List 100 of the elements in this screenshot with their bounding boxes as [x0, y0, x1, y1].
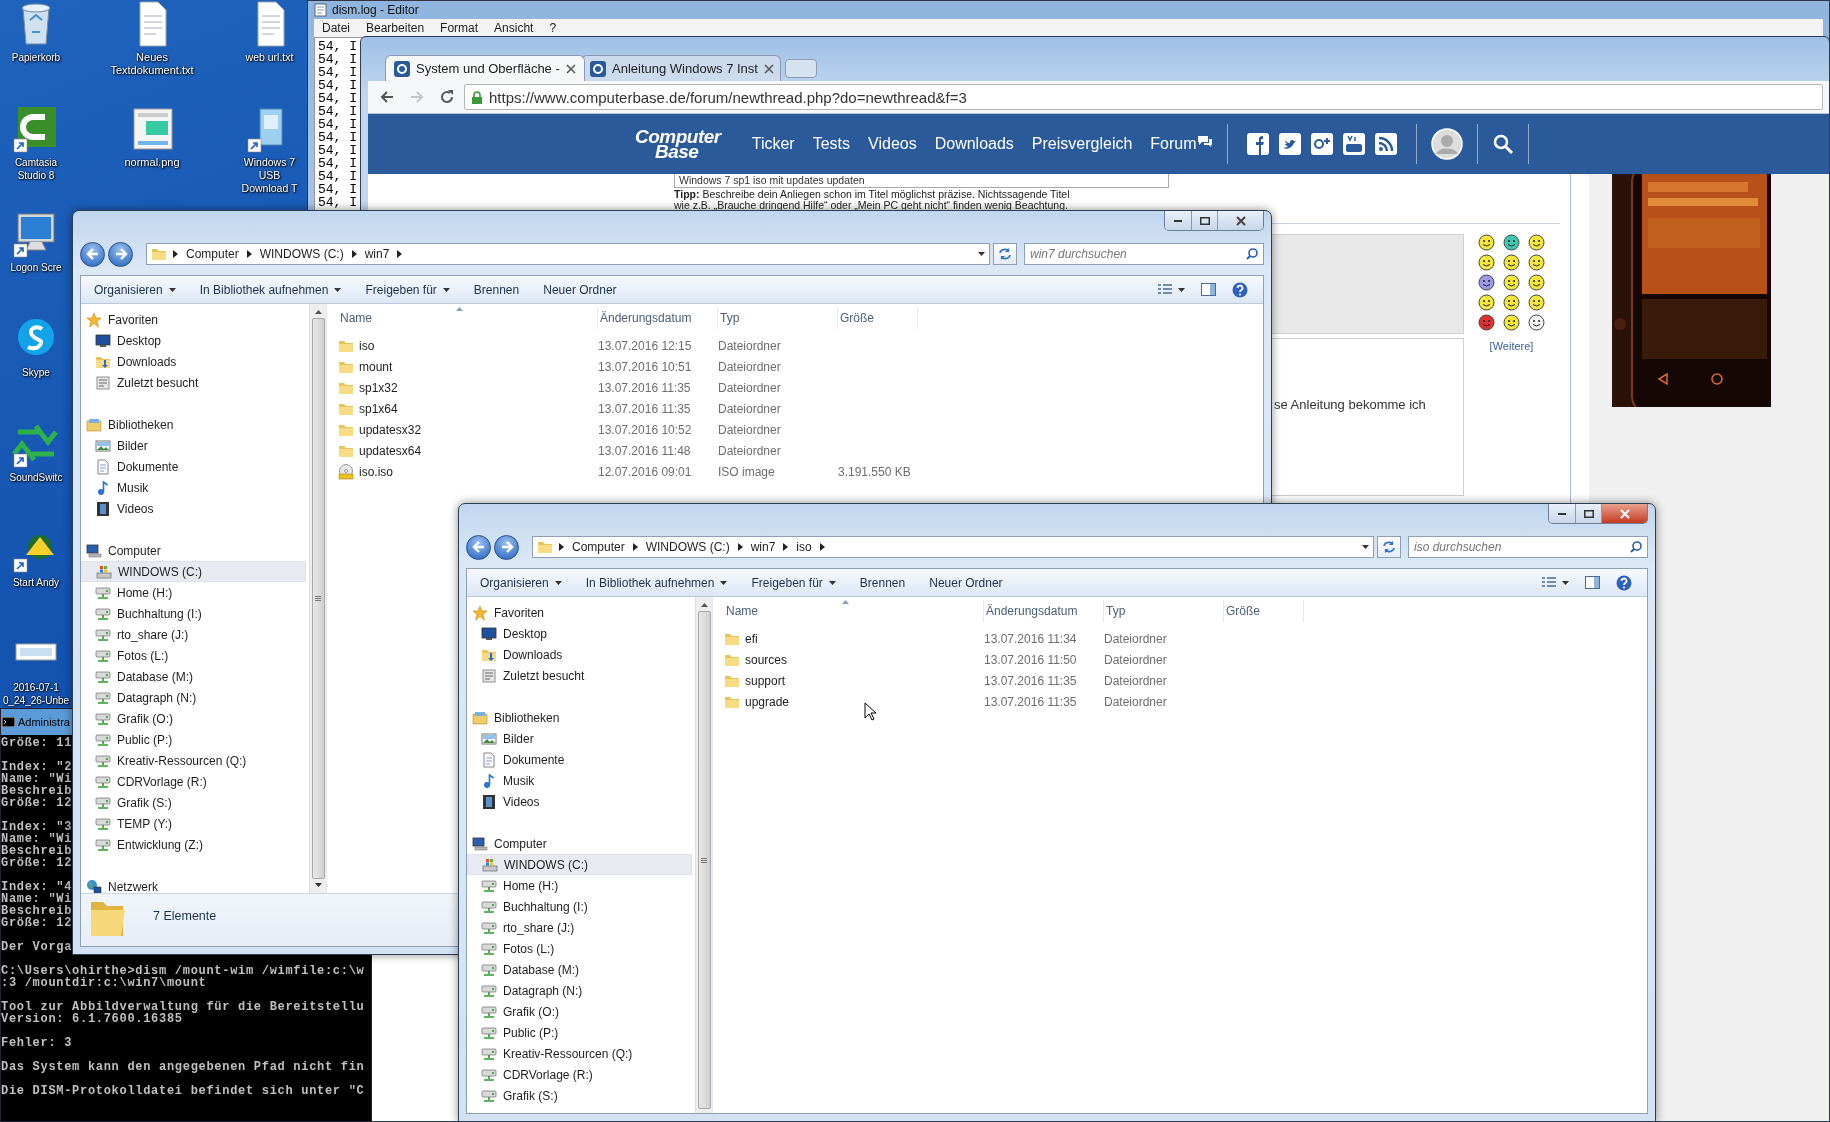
file-name[interactable]: updatesx32	[359, 422, 422, 437]
nav-item[interactable]: Kreativ-Ressourcen (Q:)	[81, 750, 306, 771]
nav-item[interactable]: Datagraph (N:)	[81, 687, 306, 708]
nav-item[interactable]: Desktop	[467, 623, 692, 644]
search-field[interactable]: iso durchsuchen	[1408, 536, 1648, 558]
google-plus-icon[interactable]	[1310, 133, 1333, 155]
nav-item[interactable]: Home (H:)	[467, 875, 692, 896]
nav-item[interactable]: Favoriten	[467, 602, 692, 623]
scroll-down-arrow-icon[interactable]	[314, 883, 322, 887]
column-header[interactable]: Änderungsdatum	[598, 307, 718, 329]
menu-item[interactable]: Bearbeiten	[358, 21, 433, 35]
column-header[interactable]: Name	[338, 307, 598, 329]
nav-item[interactable]: Grafik (O:)	[81, 708, 306, 729]
icon-label[interactable]: SoundSwitc	[9, 471, 63, 484]
icon-label[interactable]: Skype	[22, 366, 50, 379]
nav-item[interactable]: Public (P:)	[467, 1022, 692, 1043]
nav-item[interactable]: Downloads	[81, 351, 306, 372]
smiley-icon[interactable]	[1503, 274, 1520, 291]
nav-item[interactable]: Buchhaltung (I:)	[81, 603, 306, 624]
nav-item[interactable]: Database (M:)	[467, 959, 692, 980]
toolbar-button[interactable]: In Bibliothek aufnehmen	[191, 279, 350, 300]
nav-item[interactable]: rto_share (J:)	[467, 917, 692, 938]
smiley-icon[interactable]	[1478, 254, 1495, 271]
nav-item[interactable]: Kreativ-Ressourcen (Q:)	[467, 1043, 692, 1064]
toolbar-button[interactable]: Neuer Ordner	[921, 572, 1011, 593]
smiley-icon[interactable]	[1528, 234, 1545, 251]
breadcrumb-item[interactable]: WINDOWS (C:)	[257, 247, 346, 261]
refresh-button[interactable]	[1377, 536, 1401, 558]
address-bar[interactable]: https://www.computerbase.de/forum/newthread.php?do=newthread&f=3	[464, 84, 1823, 110]
nav-item[interactable]: CDRVorlage (R:)	[467, 1064, 692, 1085]
toolbar-button[interactable]: Brennen	[851, 572, 914, 593]
nav-item[interactable]: Home (H:)	[81, 582, 306, 603]
nav-item[interactable]: Desktop	[81, 330, 306, 351]
rss-icon[interactable]	[1374, 133, 1397, 155]
nav-item[interactable]: Bibliotheken	[81, 414, 306, 435]
menu-item[interactable]: Ansicht	[486, 21, 542, 35]
search-input[interactable]: win7 durchsuchen	[1030, 247, 1246, 261]
back-button[interactable]	[466, 534, 491, 560]
nav-item[interactable]: Grafik (S:)	[467, 1085, 692, 1106]
nav-item[interactable]: Entwicklung (Z:)	[81, 834, 306, 855]
smiley-icon[interactable]	[1478, 274, 1495, 291]
nav-item[interactable]: Computer	[81, 540, 306, 561]
column-header[interactable]: Änderungsdatum	[984, 600, 1104, 622]
smiley-icon[interactable]	[1503, 314, 1520, 331]
smiley-icon[interactable]	[1503, 254, 1520, 271]
smiley-icon[interactable]	[1528, 274, 1545, 291]
nav-item[interactable]: Downloads	[467, 644, 692, 665]
smiley-icon[interactable]	[1528, 314, 1545, 331]
file-name[interactable]: sp1x64	[359, 401, 398, 416]
scroll-thumb[interactable]	[697, 611, 711, 1109]
close-icon[interactable]	[566, 63, 576, 74]
icon-label[interactable]: normal.png	[124, 156, 180, 169]
title-field[interactable]: Windows 7 sp1 iso mit updates updaten	[674, 174, 1169, 188]
nav-item[interactable]: Netzwerk	[81, 876, 306, 893]
nav-item[interactable]: Datagraph (N:)	[467, 980, 692, 1001]
nav-item[interactable]: Public (P:)	[81, 729, 306, 750]
file-name[interactable]: sp1x32	[359, 380, 398, 395]
browser-tab[interactable]: System und Oberfläche -	[385, 55, 585, 81]
back-button[interactable]	[80, 241, 105, 267]
icon-label[interactable]: Start Andy	[12, 576, 60, 589]
file-name[interactable]: iso	[359, 338, 375, 353]
column-header[interactable]: Größe	[838, 307, 918, 329]
file-name[interactable]: support	[745, 673, 786, 688]
search-input[interactable]: iso durchsuchen	[1414, 540, 1630, 554]
close-button[interactable]	[1601, 504, 1647, 523]
breadcrumb-item[interactable]: Computer	[570, 540, 627, 554]
nav-item[interactable]: Dokumente	[467, 749, 692, 770]
breadcrumb-item[interactable]: win7	[362, 247, 392, 261]
nav-item[interactable]: Grafik (S:)	[81, 792, 306, 813]
breadcrumb-item[interactable]: Computer	[184, 247, 241, 261]
icon-label[interactable]: Logon Scre	[10, 261, 62, 274]
youtube-icon[interactable]	[1342, 133, 1365, 155]
file-name[interactable]: iso.iso	[359, 464, 393, 479]
smiley-icon[interactable]	[1503, 294, 1520, 311]
breadcrumb-item[interactable]: win7	[748, 540, 778, 554]
nav-link[interactable]: Ticker	[742, 135, 804, 153]
toolbar-button[interactable]: Neuer Ordner	[535, 279, 625, 300]
file-name[interactable]: upgrade	[745, 694, 790, 709]
nav-item[interactable]: Buchhaltung (I:)	[467, 896, 692, 917]
dropdown-caret-icon[interactable]	[1362, 545, 1369, 549]
nav-item[interactable]: Dokumente	[81, 456, 306, 477]
nav-item[interactable]: WINDOWS (C:)	[81, 561, 306, 582]
column-header[interactable]: Größe	[1224, 600, 1304, 622]
close-icon[interactable]	[763, 63, 774, 74]
breadcrumb-item[interactable]: WINDOWS (C:)	[643, 540, 732, 554]
smiley-icon[interactable]	[1478, 314, 1495, 331]
scroll-up-arrow-icon[interactable]	[700, 603, 708, 607]
smiley-icon[interactable]	[1478, 294, 1495, 311]
breadcrumb-item[interactable]: iso	[794, 540, 814, 554]
file-name[interactable]: updatesx64	[359, 443, 422, 458]
maximize-button[interactable]	[1575, 504, 1601, 523]
smiley-icon[interactable]	[1528, 294, 1545, 311]
toolbar-button[interactable]: Organisieren	[86, 279, 184, 300]
nav-item[interactable]: Fotos (L:)	[467, 938, 692, 959]
nav-item[interactable]: WINDOWS (C:)	[467, 854, 692, 875]
forward-button[interactable]	[494, 534, 519, 560]
nav-item[interactable]: Musik	[467, 770, 692, 791]
nav-link[interactable]: Downloads	[925, 135, 1023, 153]
minimize-button[interactable]	[1165, 211, 1191, 230]
address-bar[interactable]: Computer WINDOWS (C:) win7	[146, 243, 990, 265]
